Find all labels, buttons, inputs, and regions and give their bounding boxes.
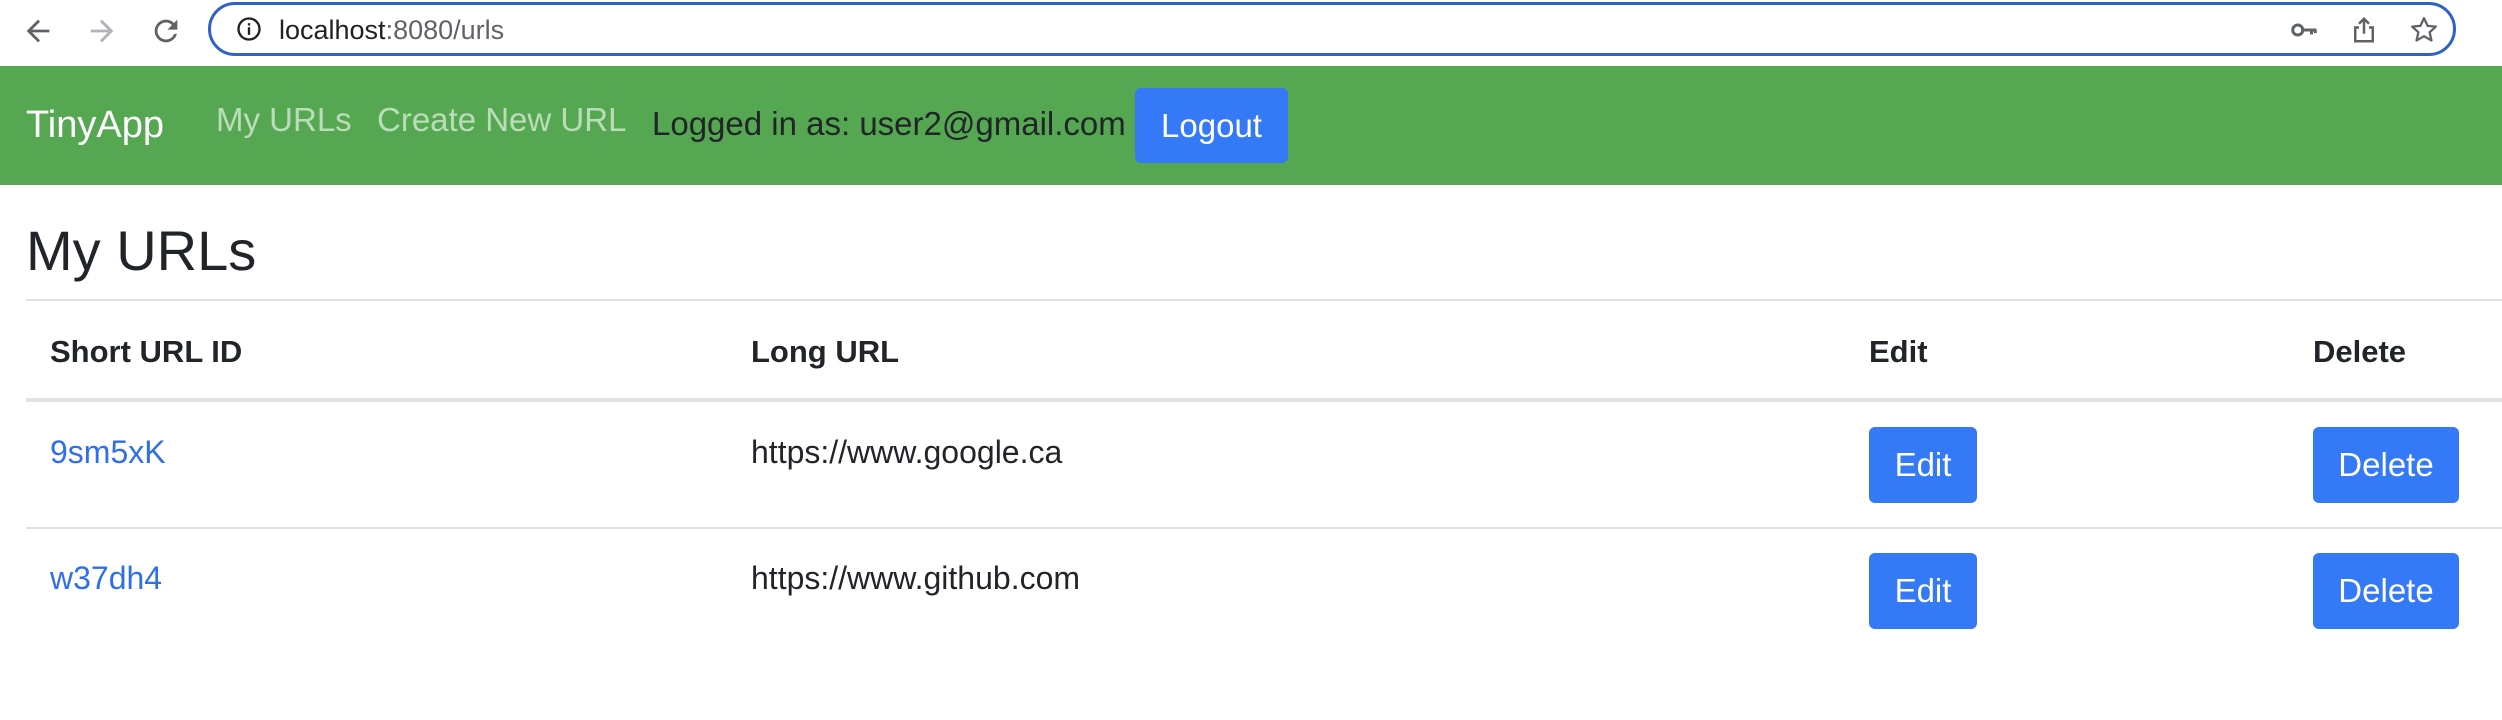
edit-button[interactable]: Edit	[1869, 427, 1977, 503]
long-url-text: https://www.google.ca	[751, 434, 1063, 470]
app-navbar: TinyApp My URLs Create New URL Logged in…	[0, 66, 2502, 185]
table-header-divider	[26, 398, 2502, 402]
site-info-icon[interactable]	[235, 15, 263, 43]
url-path: :8080/urls	[385, 15, 505, 45]
row-divider	[26, 527, 2502, 529]
edit-button[interactable]: Edit	[1869, 553, 1977, 629]
column-header-edit: Edit	[1869, 334, 1928, 369]
nav-link-my-urls[interactable]: My URLs	[216, 100, 352, 140]
browser-toolbar: localhost:8080/urls	[0, 0, 2502, 66]
delete-button[interactable]: Delete	[2313, 553, 2459, 629]
share-icon[interactable]	[2347, 13, 2381, 47]
nav-link-create-new-url[interactable]: Create New URL	[377, 100, 626, 140]
reload-icon	[154, 19, 178, 43]
column-header-long-url: Long URL	[751, 334, 900, 369]
url-text[interactable]: localhost:8080/urls	[279, 14, 504, 46]
bookmark-star-icon[interactable]	[2407, 13, 2441, 47]
short-url-link[interactable]: w37dh4	[50, 558, 162, 598]
url-host: localhost	[279, 15, 386, 45]
long-url-text: https://www.github.com	[751, 560, 1081, 596]
back-arrow-icon	[26, 19, 50, 43]
logged-in-status: Logged in as: user2@gmail.com	[652, 105, 1126, 142]
back-button[interactable]	[16, 9, 60, 53]
forward-arrow-icon	[90, 19, 114, 43]
delete-button[interactable]: Delete	[2313, 427, 2459, 503]
forward-button[interactable]	[80, 9, 124, 53]
column-header-delete: Delete	[2313, 334, 2407, 369]
reload-button[interactable]	[144, 9, 188, 53]
address-bar[interactable]: localhost:8080/urls	[208, 2, 2456, 56]
column-header-short-url-id: Short URL ID	[50, 334, 243, 369]
page-title: My URLs	[26, 219, 257, 282]
key-icon[interactable]	[2287, 13, 2321, 47]
brand-logo[interactable]: TinyApp	[26, 102, 164, 148]
logout-button[interactable]: Logout	[1135, 88, 1288, 163]
short-url-link[interactable]: 9sm5xK	[50, 432, 166, 472]
title-divider	[26, 299, 2502, 301]
